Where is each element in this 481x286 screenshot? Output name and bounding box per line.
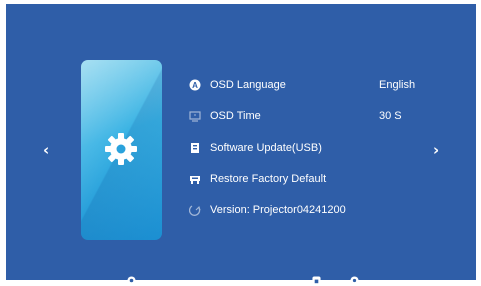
- usb-update-icon: [191, 143, 199, 153]
- settings-category-card[interactable]: [81, 60, 162, 240]
- source-icon[interactable]: [127, 276, 136, 285]
- settings-icon[interactable]: [350, 276, 359, 285]
- osd-language-value: English: [379, 79, 416, 91]
- svg-text:A: A: [192, 81, 198, 90]
- settings-screen: ‹ › A OSD Language English OSD Time 30 S…: [6, 4, 476, 285]
- language-icon: A: [189, 79, 201, 91]
- menu-item-label: Restore Factory Default: [210, 173, 327, 185]
- menu-item-label: OSD Language: [210, 79, 286, 91]
- timer-icon: [189, 111, 201, 122]
- menu-item-label: Software Update(USB): [210, 142, 322, 154]
- menu-item-label: OSD Time: [210, 110, 261, 122]
- version-icon: [189, 205, 201, 216]
- restore-icon: [190, 176, 200, 184]
- gear-icon: [105, 133, 137, 165]
- version-label: Version: Projector04241200: [210, 204, 346, 216]
- next-page-arrow[interactable]: ›: [433, 143, 439, 158]
- osd-time-value: 30 S: [379, 110, 402, 122]
- home-icon[interactable]: [312, 276, 321, 285]
- previous-page-arrow[interactable]: ‹: [43, 143, 49, 158]
